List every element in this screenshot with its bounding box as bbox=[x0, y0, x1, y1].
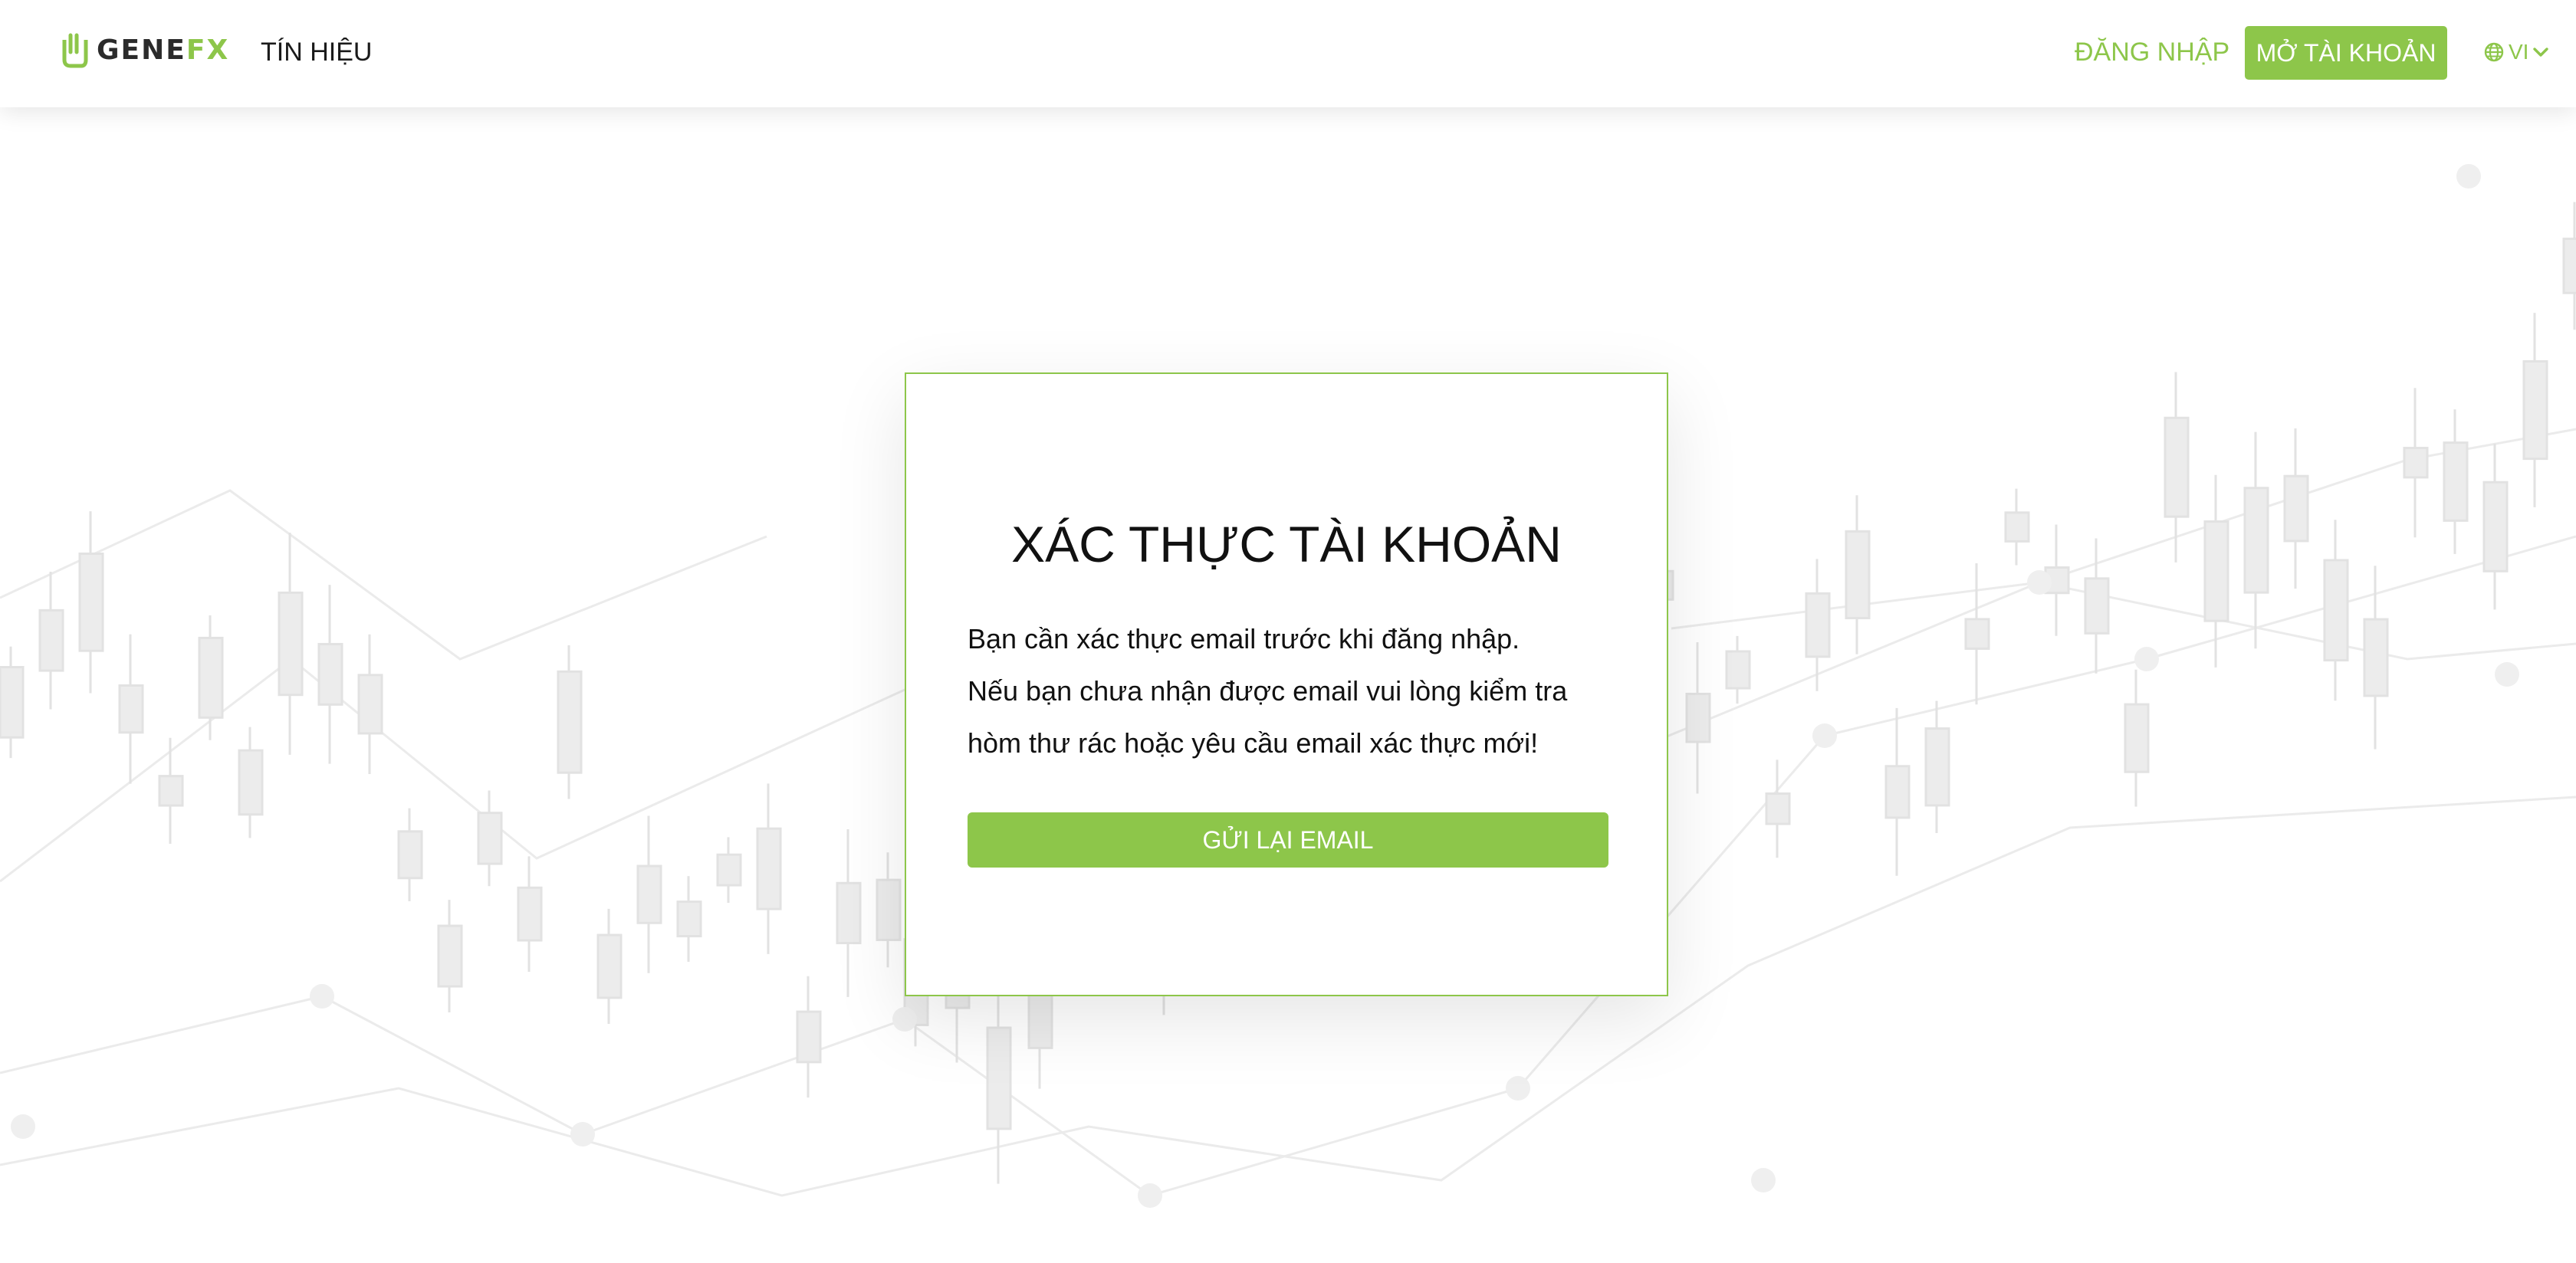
brand-name-fx: FX bbox=[186, 34, 230, 66]
login-link[interactable]: ĐĂNG NHẬP bbox=[2075, 34, 2229, 71]
resend-email-button[interactable]: GỬI LẠI EMAIL bbox=[968, 812, 1608, 868]
verification-message-line2: Nếu bạn chưa nhận được email vui lòng ki… bbox=[968, 675, 1568, 759]
language-label: VI bbox=[2509, 40, 2529, 64]
nav-signals-link[interactable]: TÍN HIỆU bbox=[261, 34, 372, 71]
verification-message: Bạn cần xác thực email trước khi đăng nh… bbox=[968, 613, 1612, 769]
globe-icon bbox=[2484, 42, 2504, 62]
genefx-hand-icon bbox=[62, 33, 88, 68]
top-navbar: GENEFX TÍN HIỆU ĐĂNG NHẬP MỞ TÀI KHOẢN V… bbox=[0, 0, 2576, 107]
brand-logo[interactable]: GENEFX bbox=[61, 32, 229, 69]
brand-name: GENEFX bbox=[97, 32, 229, 69]
chevron-down-icon bbox=[2533, 48, 2549, 57]
verification-title: XÁC THỰC TÀI KHOẢN bbox=[1011, 516, 1562, 572]
verification-message-line1: Bạn cần xác thực email trước khi đăng nh… bbox=[968, 623, 1520, 654]
open-account-button[interactable]: MỞ TÀI KHOẢN bbox=[2245, 26, 2447, 80]
brand-name-gene: GENE bbox=[97, 34, 186, 66]
verification-card: XÁC THỰC TÀI KHOẢN Bạn cần xác thực emai… bbox=[905, 372, 1668, 996]
language-selector[interactable]: VI bbox=[2484, 34, 2550, 71]
